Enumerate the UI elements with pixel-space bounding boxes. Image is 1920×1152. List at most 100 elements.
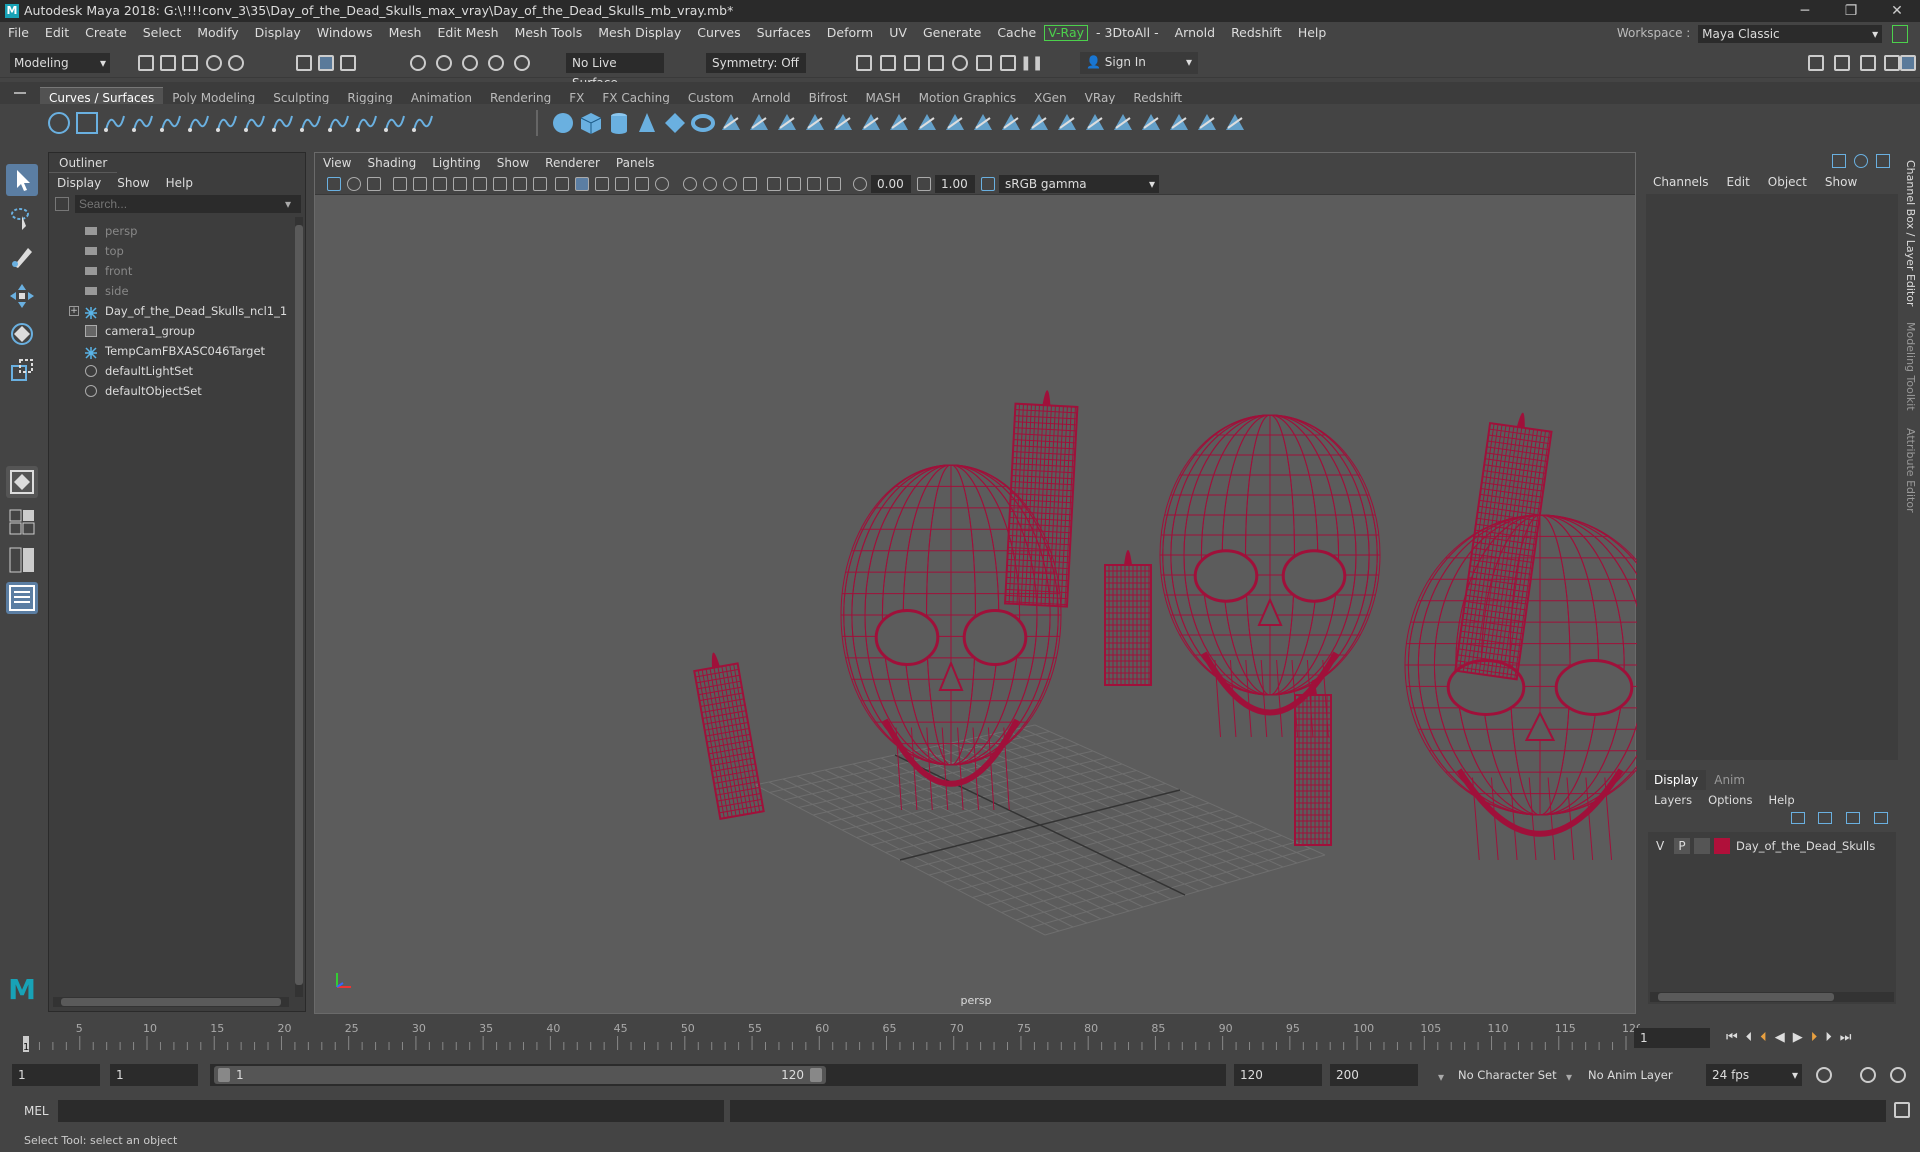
cv-curve-icon[interactable]	[158, 110, 184, 136]
outliner-layout-icon[interactable]	[6, 582, 38, 614]
new-layer-icon[interactable]	[1846, 812, 1861, 824]
nurbs-torus-icon[interactable]	[690, 110, 716, 136]
film-gate-icon[interactable]	[433, 177, 447, 191]
menu-vray[interactable]: V-Ray	[1044, 25, 1089, 41]
channel-box-side-tab[interactable]: Channel Box / Layer Editor	[1904, 160, 1917, 307]
scrollbar-thumb[interactable]	[295, 225, 303, 985]
vray-fb-icon[interactable]	[1000, 55, 1016, 71]
candle-small-mesh[interactable]	[1104, 550, 1152, 686]
loft-icon[interactable]	[746, 110, 772, 136]
outliner-item[interactable]: defaultLightSet	[49, 361, 289, 381]
menu-uv[interactable]: UV	[881, 22, 915, 44]
playback-end-field[interactable]: 120	[1234, 1064, 1322, 1086]
nurbs-sphere-icon[interactable]	[550, 110, 576, 136]
snap-point-icon[interactable]	[462, 55, 478, 71]
candle-right-tall-mesh[interactable]	[1454, 408, 1553, 681]
outliner-menu-display[interactable]: Display	[49, 173, 109, 193]
offset-curve-icon[interactable]	[382, 110, 408, 136]
menu-windows[interactable]: Windows	[309, 22, 381, 44]
channel-box-menu-object[interactable]: Object	[1759, 172, 1816, 192]
open-scene-icon[interactable]	[160, 55, 176, 71]
render-settings-icon[interactable]	[928, 55, 944, 71]
grid-icon[interactable]	[413, 177, 427, 191]
layer-type-toggle[interactable]	[1694, 838, 1710, 854]
menu-mesh-display[interactable]: Mesh Display	[590, 22, 689, 44]
trim-icon[interactable]	[970, 110, 996, 136]
range-start-grip[interactable]	[218, 1068, 230, 1082]
range-end-grip[interactable]	[810, 1068, 822, 1082]
step-forward-key-icon[interactable]: ⏵	[1811, 1030, 1826, 1045]
script-editor-icon[interactable]	[1894, 1102, 1910, 1118]
motion-blur-icon[interactable]	[703, 177, 717, 191]
gate-mask-icon[interactable]	[473, 177, 487, 191]
menu-modify[interactable]: Modify	[189, 22, 246, 44]
menu-surfaces[interactable]: Surfaces	[749, 22, 819, 44]
layer-menu-help[interactable]: Help	[1760, 790, 1802, 810]
new-layer-selected-icon[interactable]	[1874, 812, 1888, 824]
viewport-menu-panels[interactable]: Panels	[608, 153, 663, 173]
menu-create[interactable]: Create	[77, 22, 135, 44]
lasso-tool-icon[interactable]	[6, 202, 38, 234]
viewport-menu-view[interactable]: View	[315, 153, 359, 173]
menu-set-dropdown[interactable]: Modeling ▾	[10, 53, 110, 73]
layer-name[interactable]: Day_of_the_Dead_Skulls	[1736, 836, 1875, 856]
play-back-icon[interactable]: ◀	[1775, 1030, 1793, 1045]
cut-curve-icon[interactable]	[354, 110, 380, 136]
intersect-surface-icon[interactable]	[1054, 110, 1080, 136]
menu-3dtoall[interactable]: - 3DtoAll -	[1088, 22, 1167, 44]
textured-icon[interactable]	[615, 177, 629, 191]
modeling-toolkit-icon[interactable]	[1808, 55, 1824, 71]
layer-tab-display[interactable]: Display	[1646, 770, 1707, 790]
sculpt-surface-icon[interactable]	[1194, 110, 1220, 136]
undo-icon[interactable]	[206, 55, 222, 71]
lock-icon[interactable]	[1892, 24, 1908, 43]
search-filter-icon[interactable]	[55, 197, 69, 211]
snap-curve-icon[interactable]	[436, 55, 452, 71]
hypershade-icon[interactable]	[952, 55, 968, 71]
shadows-icon[interactable]	[655, 177, 669, 191]
new-scene-icon[interactable]	[138, 55, 154, 71]
viewport-menu-lighting[interactable]: Lighting	[424, 153, 489, 173]
anim-layer-dropdown[interactable]: No Anim Layer	[1588, 1064, 1688, 1086]
bevel-icon[interactable]	[914, 110, 940, 136]
attribute-editor-icon[interactable]	[1860, 55, 1876, 71]
skull-left-mesh[interactable]	[840, 464, 1062, 811]
outliner-tab[interactable]: Outliner	[49, 153, 118, 173]
wireframe-on-shaded-icon[interactable]	[595, 177, 609, 191]
layer-menu-options[interactable]: Options	[1700, 790, 1760, 810]
range-slider[interactable]: 1 120	[210, 1064, 1226, 1086]
outliner-item[interactable]: TempCamFBXASC046Target	[49, 341, 289, 361]
outliner-hscrollbar[interactable]	[53, 997, 289, 1007]
menu-help[interactable]: Help	[1290, 22, 1335, 44]
move-layer-down-icon[interactable]	[1818, 812, 1833, 824]
image-plane-icon[interactable]	[393, 177, 407, 191]
candle-left-tall-mesh[interactable]	[1003, 389, 1079, 608]
pause-icon[interactable]: ❚❚	[1020, 55, 1043, 71]
channel-box-menu-show[interactable]: Show	[1816, 172, 1866, 192]
current-frame-field[interactable]: 1	[1634, 1028, 1710, 1048]
snap-view-icon[interactable]	[488, 55, 504, 71]
nurbs-cube-icon[interactable]	[578, 110, 604, 136]
boundary-icon[interactable]	[858, 110, 884, 136]
gamma-field[interactable]: 1.00	[935, 175, 975, 193]
isolate-select-icon[interactable]	[767, 177, 781, 191]
range-slider-handle[interactable]: 1 120	[214, 1066, 826, 1084]
xray-joints-icon[interactable]	[807, 177, 821, 191]
step-back-icon[interactable]: ⏴	[1746, 1030, 1761, 1045]
bezier-curve-icon[interactable]	[186, 110, 212, 136]
select-component-icon[interactable]	[340, 55, 356, 71]
character-set-dropdown[interactable]: No Character Set	[1458, 1064, 1568, 1086]
birail-icon[interactable]	[830, 110, 856, 136]
layer-playback-toggle[interactable]: P	[1674, 838, 1690, 854]
hscrollbar-thumb[interactable]	[1658, 993, 1834, 1001]
planar-icon[interactable]	[774, 110, 800, 136]
select-camera-icon[interactable]	[327, 177, 341, 191]
rebuild-curve-icon[interactable]	[410, 110, 436, 136]
ambient-occlusion-icon[interactable]	[683, 177, 697, 191]
symmetry-dropdown[interactable]: Symmetry: Off	[706, 53, 806, 73]
scale-tool-icon[interactable]	[6, 354, 38, 386]
animation-prefs-icon[interactable]	[1890, 1067, 1906, 1083]
color-management-icon[interactable]	[981, 177, 995, 191]
chevron-down-icon[interactable]: ▾	[1438, 1070, 1444, 1084]
layer-menu-layers[interactable]: Layers	[1646, 790, 1700, 810]
